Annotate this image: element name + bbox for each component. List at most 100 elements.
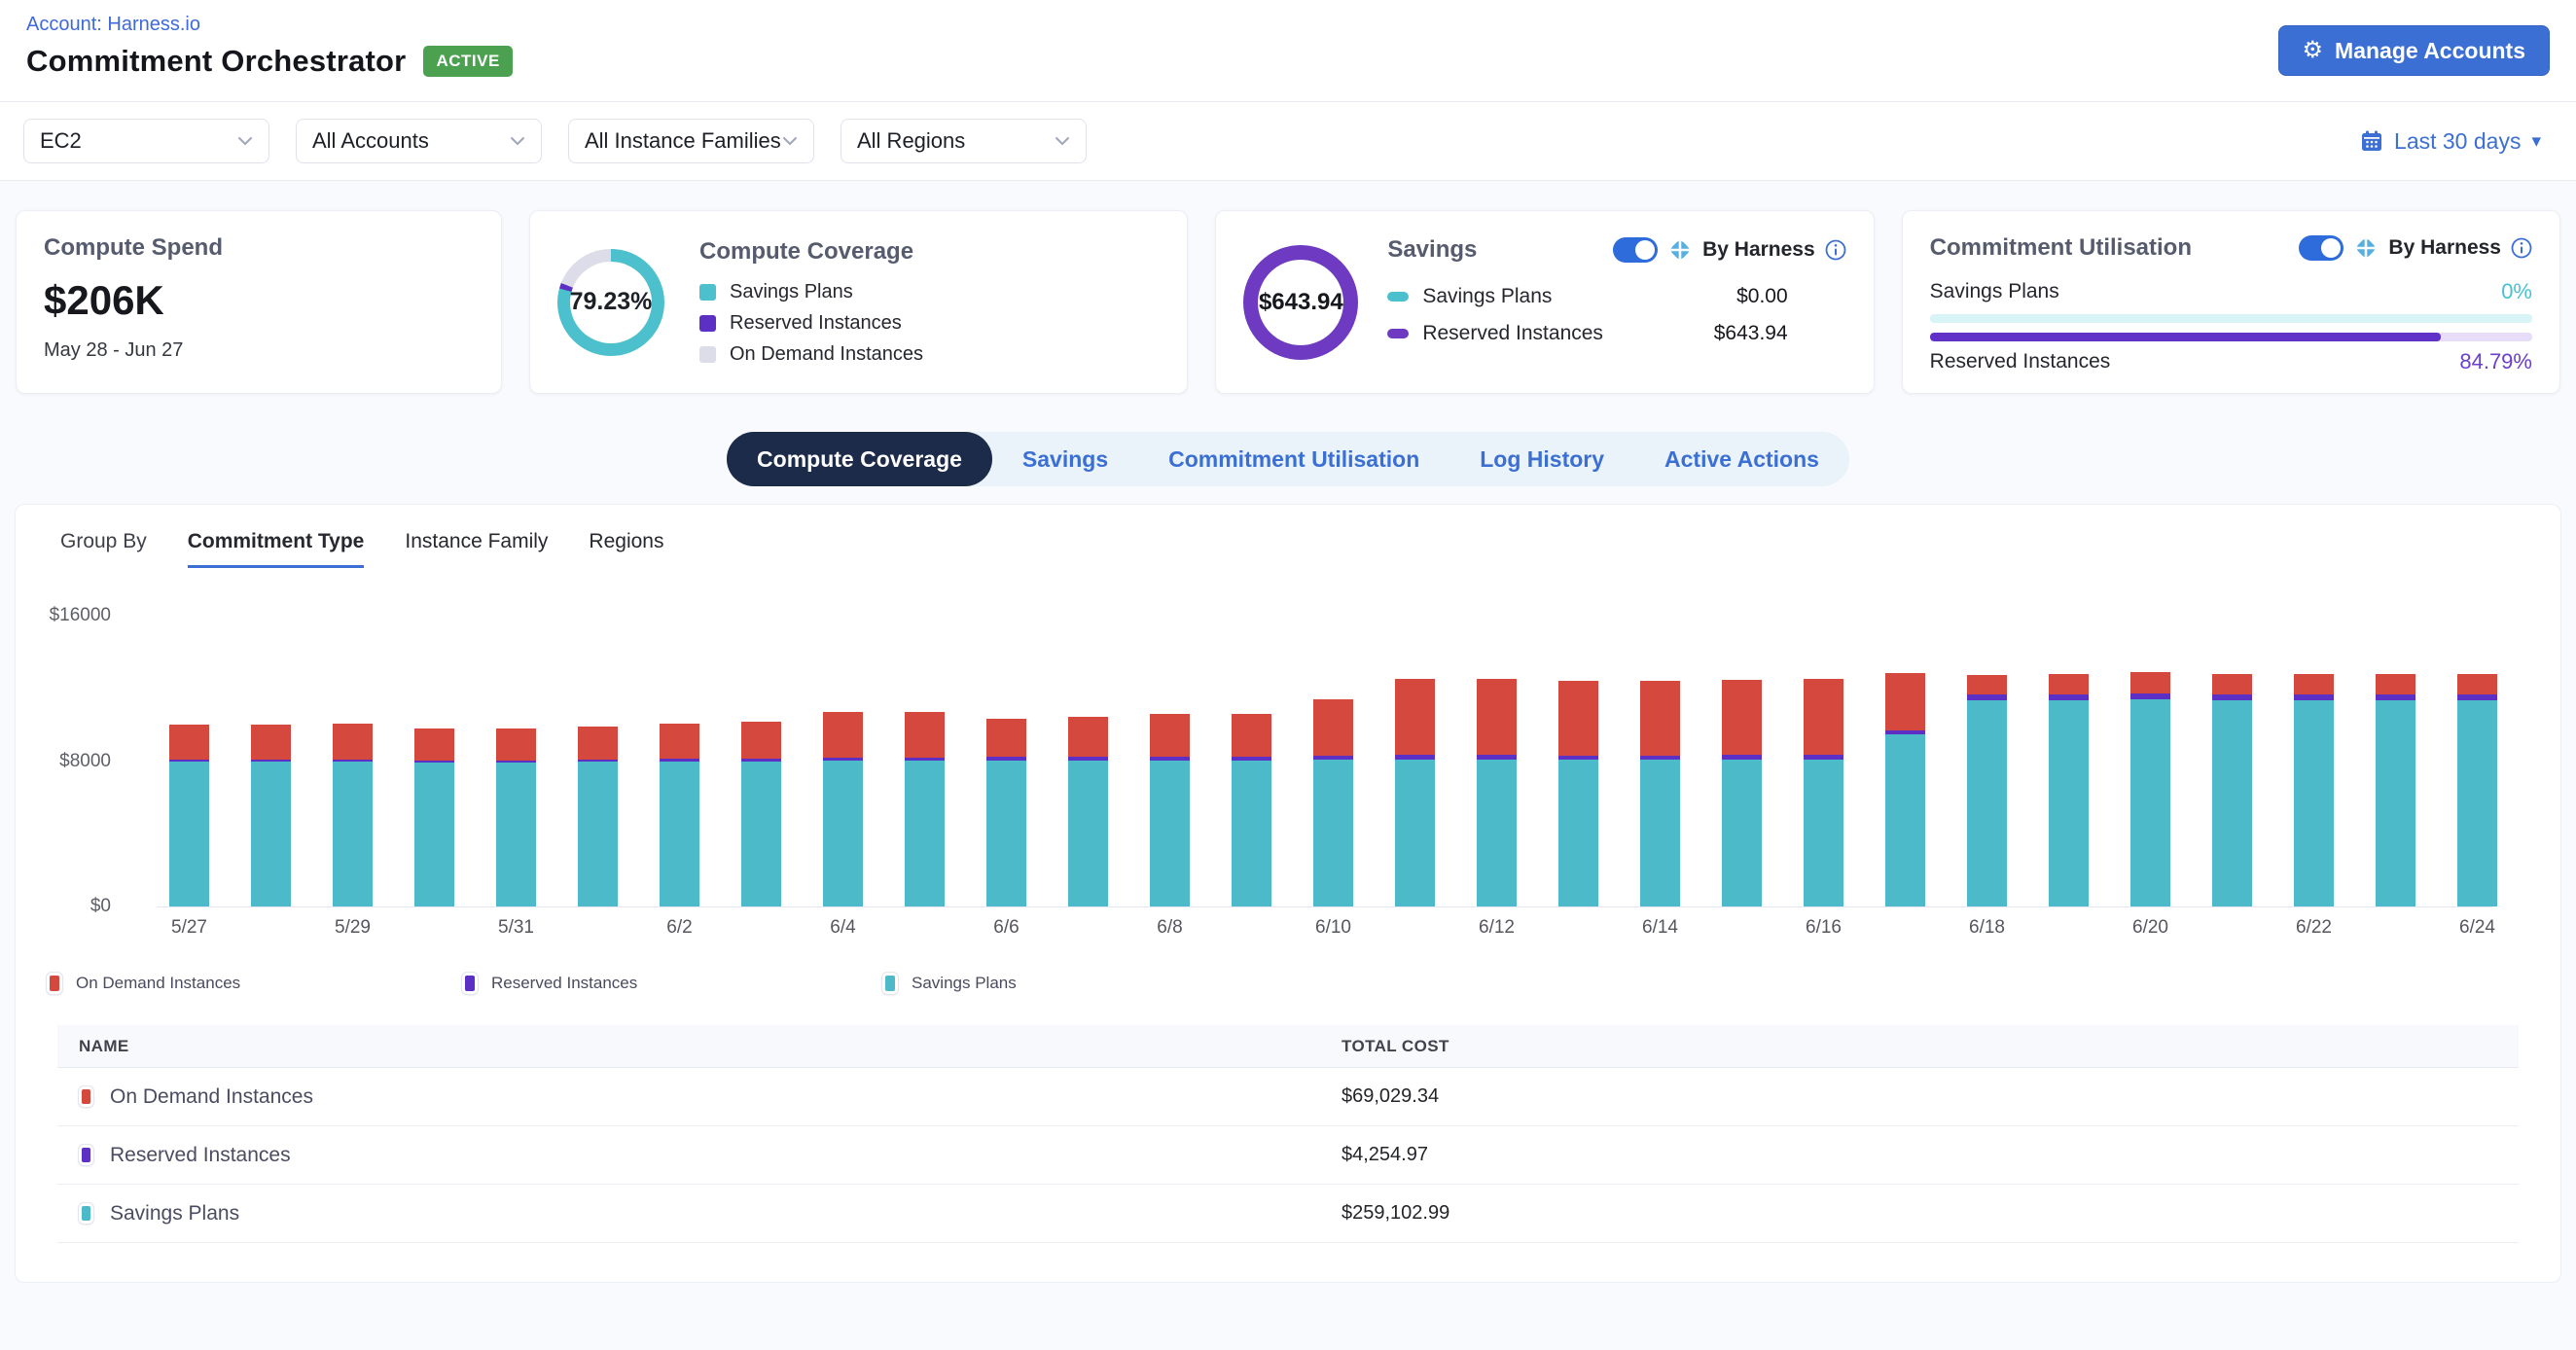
stacked-bar-chart: $0$8000$160005/275/295/316/26/46/66/86/1… xyxy=(16,575,2560,959)
bar-6-5[interactable] xyxy=(905,712,945,906)
chart-legend-item-savings-plans[interactable]: Savings Plans xyxy=(882,973,1017,994)
bar-segment-savings-plans xyxy=(2049,700,2089,906)
bar-6-9[interactable] xyxy=(1232,714,1271,906)
date-range-picker[interactable]: Last 30 days ▾ xyxy=(2360,128,2553,155)
table-row-name: On Demand Instances xyxy=(110,1085,313,1109)
accounts-dropdown[interactable]: All Accounts xyxy=(296,119,542,163)
y-axis-tick-label: $16000 xyxy=(35,605,111,626)
legend-swatch-icon xyxy=(699,346,716,363)
bar-6-19[interactable] xyxy=(2049,674,2089,906)
manage-accounts-button[interactable]: ⚙ Manage Accounts xyxy=(2278,25,2550,76)
tab-active-actions[interactable]: Active Actions xyxy=(1634,432,1849,486)
date-range-label: Last 30 days xyxy=(2394,128,2521,155)
bar-segment-on-demand-instances xyxy=(741,722,781,758)
bar-6-15[interactable] xyxy=(1722,680,1762,906)
legend-pill-icon xyxy=(1387,292,1409,302)
bar-6-23[interactable] xyxy=(2376,674,2415,906)
bar-6-22[interactable] xyxy=(2294,674,2334,906)
group-by-option-instance-family[interactable]: Instance Family xyxy=(405,530,548,568)
bar-6-21[interactable] xyxy=(2212,674,2252,906)
bar-6-18[interactable] xyxy=(1967,675,2007,906)
x-axis-tick-label: 6/22 xyxy=(2273,917,2355,939)
bar-segment-on-demand-instances xyxy=(1232,714,1271,757)
tab-compute-coverage[interactable]: Compute Coverage xyxy=(727,432,992,486)
bar-6-17[interactable] xyxy=(1885,673,1925,906)
bar-6-10[interactable] xyxy=(1313,699,1353,906)
chevron-down-icon xyxy=(237,136,253,146)
savings-row-savings-plans: Savings Plans$0.00 xyxy=(1387,285,1787,308)
bar-segment-on-demand-instances xyxy=(2049,674,2089,695)
bar-segment-savings-plans xyxy=(251,762,291,906)
bar-5-31[interactable] xyxy=(496,728,536,906)
bar-segment-savings-plans xyxy=(905,761,945,906)
instance-families-dropdown[interactable]: All Instance Families xyxy=(568,119,814,163)
bar-segment-on-demand-instances xyxy=(1068,717,1108,757)
bar-6-24[interactable] xyxy=(2457,674,2497,906)
x-axis-line xyxy=(157,906,2492,907)
bar-6-14[interactable] xyxy=(1640,681,1680,906)
bar-6-13[interactable] xyxy=(1558,681,1598,906)
savings-row-reserved-instances: Reserved Instances$643.94 xyxy=(1387,322,1787,345)
savings-ring-chart: $643.94 xyxy=(1243,245,1358,360)
x-axis-tick-label: 6/16 xyxy=(1783,917,1865,939)
x-axis-tick-label: 6/2 xyxy=(639,917,721,939)
bar-segment-on-demand-instances xyxy=(2294,674,2334,695)
savings-total: $643.94 xyxy=(1259,289,1343,316)
bar-6-16[interactable] xyxy=(1804,679,1843,906)
table-row-total-cost: $69,029.34 xyxy=(1342,1085,2519,1108)
col-header-name: NAME xyxy=(57,1037,1342,1056)
bar-5-30[interactable] xyxy=(414,728,454,906)
chart-legend-item-on-demand-instances[interactable]: On Demand Instances xyxy=(47,973,240,994)
bar-6-4[interactable] xyxy=(823,712,863,906)
bar-6-1[interactable] xyxy=(578,727,618,906)
bar-segment-on-demand-instances xyxy=(1804,679,1843,755)
calendar-icon xyxy=(2360,129,2383,153)
bar-segment-on-demand-instances xyxy=(905,712,945,758)
tab-commitment-utilisation[interactable]: Commitment Utilisation xyxy=(1138,432,1449,486)
group-by-option-regions[interactable]: Regions xyxy=(589,530,663,568)
bar-segment-savings-plans xyxy=(986,761,1026,906)
bar-6-3[interactable] xyxy=(741,722,781,906)
coverage-legend-item-on-demand-instances[interactable]: On Demand Instances xyxy=(699,343,1160,366)
bar-6-7[interactable] xyxy=(1068,717,1108,906)
account-breadcrumb-link[interactable]: Account: Harness.io xyxy=(26,14,200,36)
bar-segment-savings-plans xyxy=(1558,760,1598,906)
bar-5-27[interactable] xyxy=(169,725,209,906)
x-axis-tick-label: 6/18 xyxy=(1947,917,2028,939)
service-dropdown[interactable]: EC2 xyxy=(23,119,269,163)
bar-5-28[interactable] xyxy=(251,725,291,906)
bar-6-2[interactable] xyxy=(660,724,699,906)
regions-dropdown[interactable]: All Regions xyxy=(841,119,1087,163)
regions-dropdown-value: All Regions xyxy=(857,128,965,154)
x-axis-tick-label: 5/27 xyxy=(149,917,231,939)
bar-segment-on-demand-instances xyxy=(1722,680,1762,755)
bar-segment-savings-plans xyxy=(1804,760,1843,906)
tab-log-history[interactable]: Log History xyxy=(1449,432,1634,486)
utilisation-by-harness-toggle[interactable] xyxy=(2299,235,2343,261)
savings-row-value: $643.94 xyxy=(1714,322,1788,345)
bar-6-8[interactable] xyxy=(1150,714,1190,906)
compute-spend-card: Compute Spend $206K May 28 - Jun 27 xyxy=(16,210,502,394)
bar-5-29[interactable] xyxy=(333,724,373,906)
table-row-on-demand-instances: On Demand Instances $69,029.34 xyxy=(57,1068,2519,1126)
bar-6-6[interactable] xyxy=(986,719,1026,906)
caret-down-icon: ▾ xyxy=(2531,130,2541,153)
x-axis-tick-label: 6/20 xyxy=(2110,917,2192,939)
tab-savings[interactable]: Savings xyxy=(992,432,1138,486)
bar-6-20[interactable] xyxy=(2130,672,2170,906)
bar-6-11[interactable] xyxy=(1395,679,1435,906)
info-icon[interactable] xyxy=(1825,239,1846,261)
savings-by-harness-toggle[interactable] xyxy=(1613,237,1658,263)
coverage-legend-item-reserved-instances[interactable]: Reserved Instances xyxy=(699,312,1160,335)
bar-segment-savings-plans xyxy=(1885,734,1925,907)
chart-legend-item-reserved-instances[interactable]: Reserved Instances xyxy=(462,973,637,994)
row-swatch-icon xyxy=(79,1203,93,1224)
coverage-legend-label: On Demand Instances xyxy=(730,343,923,366)
group-by-option-commitment-type[interactable]: Commitment Type xyxy=(188,530,365,568)
info-icon[interactable] xyxy=(2511,237,2532,259)
chart-legend-label: Savings Plans xyxy=(912,974,1017,993)
bar-segment-savings-plans xyxy=(496,763,536,906)
bar-6-12[interactable] xyxy=(1477,679,1517,906)
compute-spend-title: Compute Spend xyxy=(44,234,474,262)
coverage-legend-item-savings-plans[interactable]: Savings Plans xyxy=(699,281,1160,303)
